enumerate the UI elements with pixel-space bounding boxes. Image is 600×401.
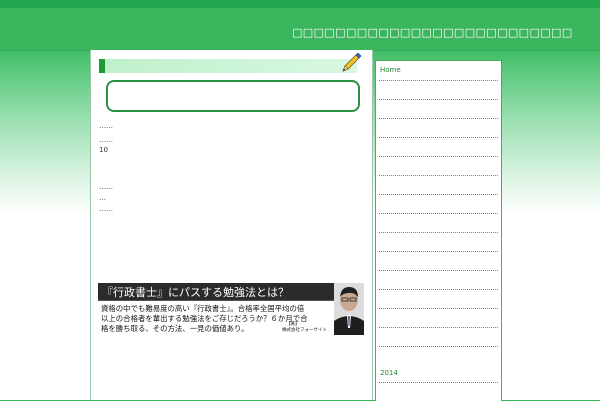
snippet-text: 10 — [99, 146, 108, 154]
ad-banner[interactable]: 『行政書士』にパスする勉強法とは？ 資格の中でも難易度の高い『行政書士』。合格率… — [98, 283, 364, 335]
snippet-text: …… — [99, 205, 113, 213]
sidebar-divider — [379, 289, 498, 290]
site-title[interactable]: □□□□□□□□□□□□□□□□□□□□□□□□□□ — [292, 26, 573, 39]
main-content: …… …… 10 …… … …… 『行政書士』にパスする勉強法とは？ 資格の中で… — [90, 50, 373, 400]
banner-header: 『行政書士』にパスする勉強法とは？ — [98, 283, 334, 301]
sidebar-divider — [379, 80, 498, 81]
banner-body: 資格の中でも難易度の高い『行政書士』。合格率全国平均の倍 以上の合格者を輩出する… — [98, 301, 334, 335]
sidebar-divider — [379, 118, 498, 119]
sidebar-divider — [379, 194, 498, 195]
banner-title: 『行政書士』にパスする勉強法とは？ — [102, 286, 289, 299]
snippet-text: … — [99, 194, 106, 202]
sidebar-link-home[interactable]: Home — [380, 66, 401, 74]
sidebar: Home 2014 — [375, 60, 502, 401]
header-top-strip — [0, 0, 600, 8]
site-header: □□□□□□□□□□□□□□□□□□□□□□□□□□ — [0, 8, 600, 51]
snippet-text: …… — [99, 122, 113, 130]
sidebar-divider — [379, 327, 498, 328]
sidebar-divider — [379, 308, 498, 309]
banner-text-line: 格を勝ち取る、その方法、一見の価値あり。 — [101, 324, 249, 333]
sidebar-divider — [379, 382, 498, 383]
pencil-icon — [342, 52, 362, 72]
sidebar-divider — [379, 213, 498, 214]
sidebar-divider — [379, 270, 498, 271]
sidebar-divider — [379, 156, 498, 157]
sidebar-divider — [379, 232, 498, 233]
sidebar-divider — [379, 175, 498, 176]
snippet-text: …… — [99, 136, 113, 144]
notice-box — [106, 80, 360, 112]
snippet-text: …… — [99, 183, 113, 191]
sidebar-divider — [379, 346, 498, 347]
sidebar-link-year[interactable]: 2014 — [380, 369, 398, 377]
sidebar-divider — [379, 99, 498, 100]
post-title-bar — [99, 59, 357, 73]
sidebar-divider — [379, 137, 498, 138]
author-portrait-image — [334, 283, 364, 335]
sidebar-divider — [379, 251, 498, 252]
banner-author-company: 株式会社フォーサイト — [282, 328, 327, 333]
